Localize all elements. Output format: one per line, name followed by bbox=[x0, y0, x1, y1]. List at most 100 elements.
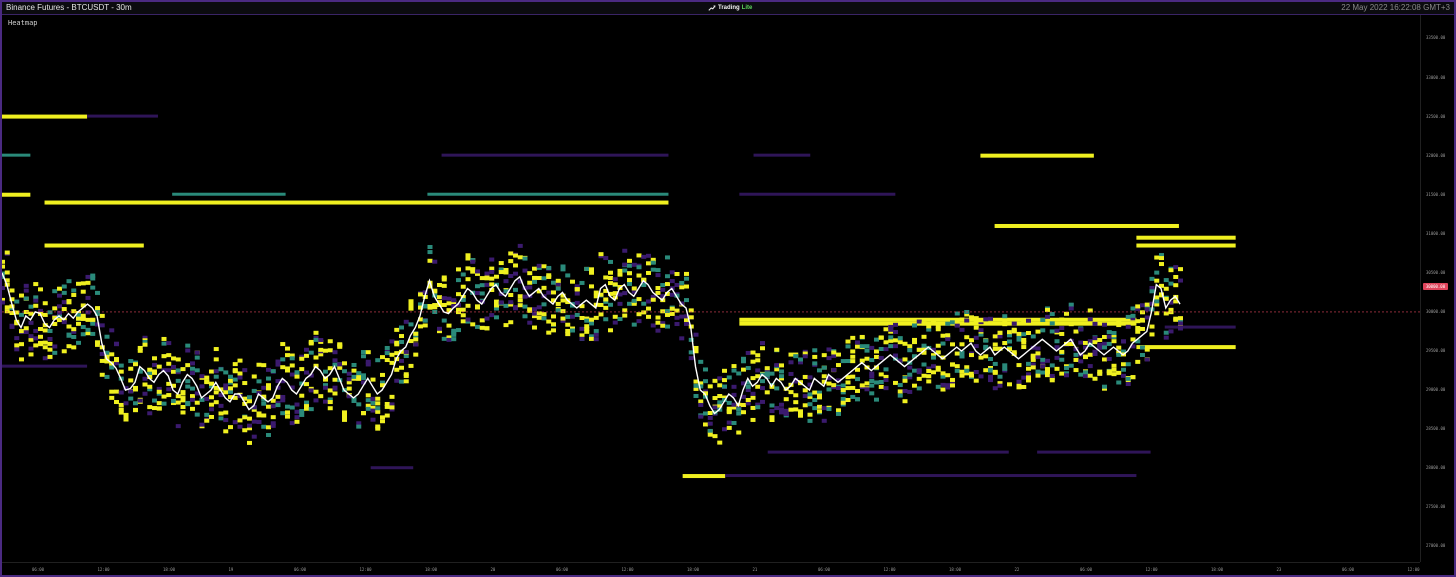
heat-cell bbox=[209, 381, 214, 386]
heat-cell bbox=[1125, 324, 1131, 329]
heat-cell bbox=[826, 407, 832, 412]
heat-cell bbox=[584, 329, 590, 334]
heat-cell bbox=[551, 322, 556, 327]
heat-cell bbox=[707, 411, 713, 416]
heat-cell bbox=[517, 255, 523, 260]
heat-cell bbox=[76, 321, 81, 326]
heat-cell bbox=[722, 384, 727, 389]
heat-cell bbox=[631, 322, 637, 327]
heatmap-chart[interactable] bbox=[2, 15, 1420, 562]
heat-cell bbox=[446, 296, 452, 301]
heat-cell bbox=[451, 337, 457, 342]
heat-cell bbox=[741, 367, 746, 372]
time-tick-label: 06:00 bbox=[556, 567, 569, 572]
heat-cell bbox=[185, 384, 191, 389]
heat-cell bbox=[1021, 318, 1027, 323]
heat-cell bbox=[926, 379, 932, 384]
heat-cell bbox=[964, 318, 970, 323]
heat-cell bbox=[23, 330, 29, 335]
heat-cell bbox=[209, 414, 214, 419]
heat-cell bbox=[299, 409, 305, 414]
heat-cell bbox=[294, 415, 300, 420]
indicator-label: Heatmap bbox=[8, 19, 38, 27]
time-axis[interactable]: 06:00 12:00 18:00 19 06:00 12:00 18:00 20 06:00 1… bbox=[2, 562, 1420, 576]
heat-cell bbox=[161, 341, 167, 346]
heat-cell bbox=[1021, 337, 1027, 342]
heat-cell bbox=[313, 398, 319, 403]
heat-cell bbox=[807, 412, 813, 417]
heat-cell bbox=[1135, 359, 1141, 364]
heat-cell bbox=[893, 344, 898, 349]
heat-cell bbox=[779, 374, 784, 379]
heat-cell bbox=[166, 368, 172, 373]
heat-cell bbox=[1002, 314, 1008, 319]
heat-cell bbox=[527, 320, 533, 325]
heat-cell bbox=[584, 266, 590, 271]
heat-cell bbox=[218, 403, 224, 408]
heat-cell bbox=[736, 430, 742, 435]
heat-cell bbox=[850, 385, 856, 390]
heat-cell bbox=[646, 261, 651, 266]
heat-cell bbox=[399, 325, 404, 330]
heat-cell bbox=[921, 362, 927, 367]
heat-cell bbox=[560, 316, 566, 321]
heat-cell bbox=[1059, 349, 1065, 354]
heat-cell bbox=[147, 371, 153, 376]
heat-cell bbox=[522, 256, 528, 261]
heat-cell bbox=[912, 383, 917, 388]
heat-cell bbox=[1049, 363, 1055, 368]
heat-cell bbox=[137, 398, 143, 403]
time-tick-label: 18:00 bbox=[687, 567, 700, 572]
heat-cell bbox=[232, 369, 238, 374]
heat-cell bbox=[1035, 373, 1041, 378]
heat-cell bbox=[921, 373, 927, 378]
heat-cell bbox=[745, 398, 751, 403]
heat-cell bbox=[817, 409, 822, 414]
heat-cell bbox=[57, 304, 62, 309]
heat-cell bbox=[973, 369, 979, 374]
heat-cell bbox=[589, 336, 594, 341]
heat-cell bbox=[484, 282, 490, 287]
heat-cell bbox=[736, 407, 742, 412]
heat-cell bbox=[1073, 368, 1079, 373]
heat-cell bbox=[774, 347, 780, 352]
brand-name-accent: Lite bbox=[741, 5, 753, 11]
heat-cell bbox=[66, 324, 72, 329]
heat-cell bbox=[517, 303, 523, 308]
heat-cell bbox=[864, 387, 870, 392]
heat-cell bbox=[194, 412, 200, 417]
heat-cell bbox=[399, 379, 404, 384]
heat-cell bbox=[508, 300, 514, 305]
heat-cell bbox=[874, 337, 879, 342]
heat-cell bbox=[313, 337, 319, 342]
heat-cell bbox=[33, 282, 39, 287]
heat-cell bbox=[1078, 372, 1084, 377]
heat-cell bbox=[831, 383, 837, 388]
heat-cell bbox=[270, 369, 276, 374]
liquidity-wall bbox=[1164, 325, 1236, 329]
heat-cell bbox=[660, 309, 666, 314]
heat-cell bbox=[47, 341, 53, 346]
heat-cell bbox=[28, 346, 34, 351]
brand-arrow-icon bbox=[708, 5, 716, 11]
time-tick-label: 21 bbox=[752, 567, 758, 572]
time-tick-label: 19 bbox=[228, 567, 234, 572]
heat-cell bbox=[247, 416, 252, 421]
heat-cell bbox=[532, 279, 537, 284]
heat-cell bbox=[52, 306, 58, 311]
heat-cell bbox=[361, 411, 366, 416]
heat-cell bbox=[665, 282, 670, 287]
heat-cell bbox=[1111, 363, 1117, 368]
heat-cell bbox=[1140, 345, 1145, 350]
heat-cell bbox=[598, 252, 604, 257]
heat-cell bbox=[527, 271, 533, 276]
liquidity-wall bbox=[87, 114, 158, 118]
heat-cell bbox=[513, 271, 518, 276]
heat-cell bbox=[1002, 366, 1008, 371]
heat-cell bbox=[760, 346, 765, 351]
heat-cell bbox=[251, 388, 257, 393]
heat-cell bbox=[612, 282, 618, 287]
heat-cell bbox=[1030, 334, 1036, 339]
heat-cell bbox=[973, 335, 979, 340]
heat-cell bbox=[394, 378, 400, 383]
